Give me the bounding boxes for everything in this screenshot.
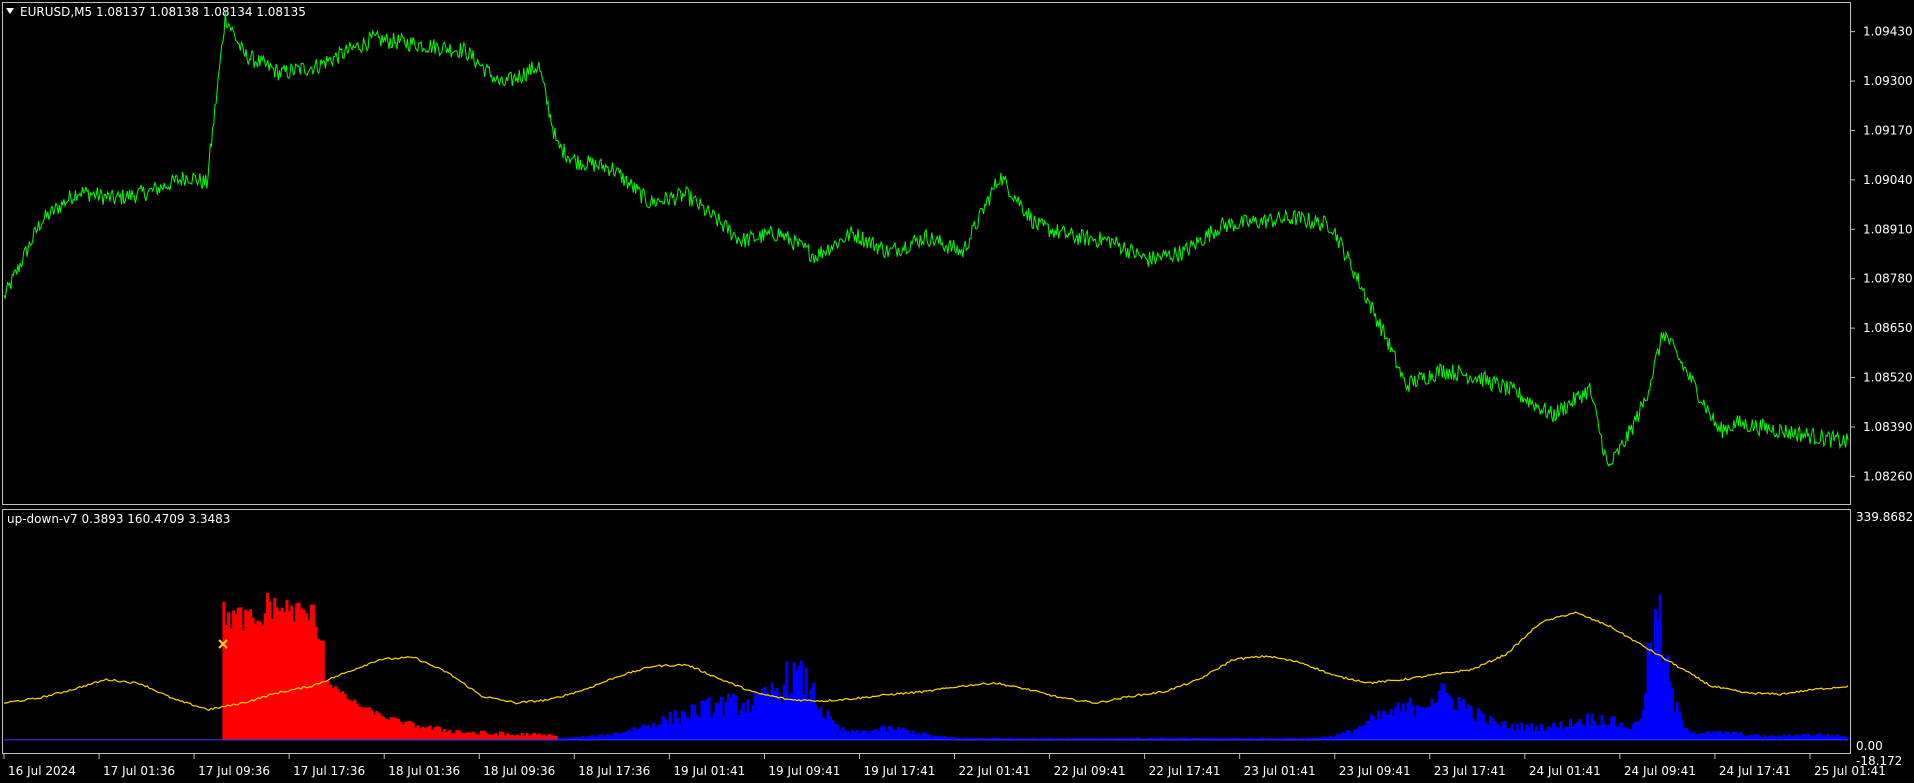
time-label: 22 Jul 17:41: [1149, 764, 1221, 778]
time-label: 24 Jul 01:41: [1529, 764, 1601, 778]
symbol-header: EURUSD,M5 1.08137 1.08138 1.08134 1.0813…: [20, 5, 306, 19]
time-label: 19 Jul 09:41: [768, 764, 840, 778]
time-axis: 16 Jul 2024 17 Jul 01:36 17 Jul 09:36 17 Ju…: [3, 754, 1886, 778]
time-label: 25 Jul 01:41: [1814, 764, 1886, 778]
time-label: 17 Jul 01:36: [103, 764, 175, 778]
time-label: 18 Jul 01:36: [388, 764, 460, 778]
indicator-zero-label: 0.00: [1856, 739, 1883, 753]
price-label: 1.08390: [1863, 420, 1913, 434]
time-label: 19 Jul 01:41: [673, 764, 745, 778]
time-label: 22 Jul 01:41: [959, 764, 1031, 778]
price-label: 1.08780: [1863, 272, 1913, 286]
price-axis: 1.09430 1.09300 1.09170 1.09040 1.08910 1.087…: [1851, 25, 1913, 483]
time-label: 16 Jul 2024: [8, 764, 76, 778]
time-label: 17 Jul 17:36: [293, 764, 365, 778]
price-label: 1.08650: [1863, 321, 1913, 335]
time-label: 19 Jul 17:41: [863, 764, 935, 778]
time-label: 17 Jul 09:36: [198, 764, 270, 778]
price-label: 1.08260: [1863, 469, 1913, 483]
time-label: 18 Jul 17:36: [578, 764, 650, 778]
price-label: 1.08520: [1863, 371, 1913, 385]
indicator-top-label: 339.8682: [1856, 510, 1913, 524]
time-label: 23 Jul 09:41: [1339, 764, 1411, 778]
time-label: 23 Jul 01:41: [1244, 764, 1316, 778]
time-label: 23 Jul 17:41: [1434, 764, 1506, 778]
price-label: 1.09040: [1863, 173, 1913, 187]
trading-chart[interactable]: EURUSD,M5 1.08137 1.08138 1.08134 1.0813…: [0, 0, 1914, 783]
price-label: 1.09170: [1863, 123, 1913, 137]
price-label: 1.09430: [1863, 25, 1913, 39]
time-label: 18 Jul 09:36: [483, 764, 555, 778]
time-label: 24 Jul 09:41: [1624, 764, 1696, 778]
price-label: 1.08910: [1863, 222, 1913, 236]
price-label: 1.09300: [1863, 74, 1913, 88]
indicator-header: up-down-v7 0.3893 160.4709 3.3483: [7, 512, 230, 526]
main-panel[interactable]: [2, 2, 1851, 505]
time-label: 24 Jul 17:41: [1719, 764, 1791, 778]
time-label: 22 Jul 09:41: [1054, 764, 1126, 778]
